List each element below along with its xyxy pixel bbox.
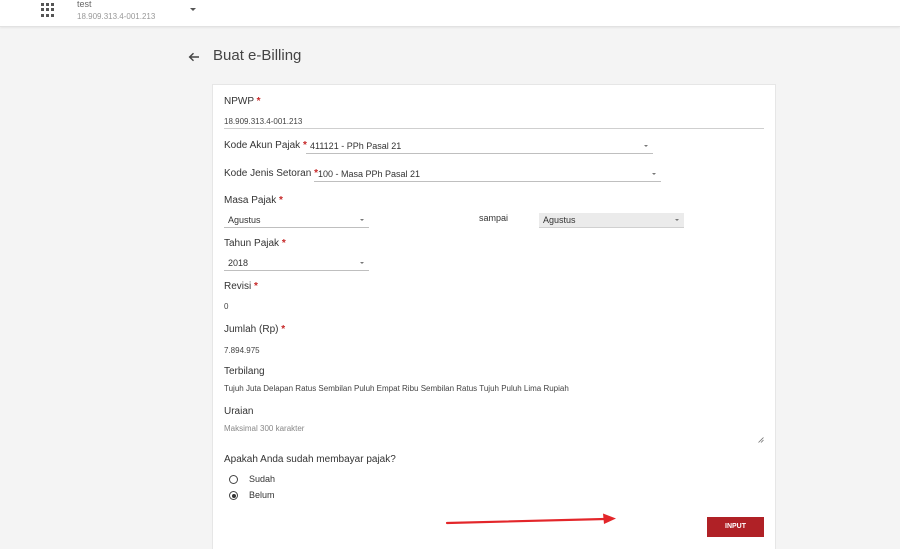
kode-akun-select[interactable]: 411121 - PPh Pasal 21 — [306, 139, 653, 154]
terbilang-value: Tujuh Juta Delapan Ratus Sembilan Puluh … — [224, 384, 569, 393]
masa-pajak-to-select: Agustus — [539, 213, 684, 228]
radio-belum[interactable] — [229, 491, 238, 500]
annotation-arrow-icon — [445, 513, 616, 525]
tahun-pajak-select[interactable]: 2018 — [224, 256, 369, 271]
dropdown-caret-icon — [675, 219, 679, 221]
arrow-left-icon[interactable] — [187, 50, 201, 64]
jumlah-label: Jumlah (Rp) * — [224, 324, 286, 335]
account-npwp: 18.909.313.4-001.213 — [77, 12, 156, 21]
dropdown-caret-icon — [360, 219, 364, 221]
kode-jenis-select[interactable]: 100 - Masa PPh Pasal 21 — [314, 167, 661, 182]
dropdown-caret-icon — [652, 173, 656, 175]
npwp-underline — [224, 128, 764, 129]
dropdown-caret-icon — [360, 262, 364, 264]
kode-akun-label: Kode Akun Pajak * — [224, 140, 307, 151]
page-title: Buat e-Billing — [213, 47, 302, 64]
input-submit-button[interactable]: INPUT — [707, 517, 764, 537]
top-bar: test 18.909.313.4-001.213 — [0, 0, 900, 27]
kode-jenis-label: Kode Jenis Setoran * — [224, 168, 318, 179]
radio-belum-label: Belum — [249, 490, 275, 500]
resize-handle-icon[interactable] — [758, 437, 764, 443]
dropdown-caret-icon — [644, 145, 648, 147]
apps-grid-icon[interactable] — [41, 3, 55, 17]
sampai-label: sampai — [479, 213, 509, 223]
revisi-value: 0 — [224, 302, 229, 311]
terbilang-label: Terbilang — [224, 366, 265, 377]
payment-question: Apakah Anda sudah membayar pajak? — [224, 454, 396, 465]
tahun-pajak-label: Tahun Pajak * — [224, 238, 286, 249]
jumlah-value: 7.894.975 — [224, 346, 260, 355]
npwp-label: NPWP * — [224, 96, 261, 107]
radio-sudah[interactable] — [229, 475, 238, 484]
uraian-textarea[interactable]: Maksimal 300 karakter — [224, 424, 304, 433]
npwp-value: 18.909.313.4-001.213 — [224, 117, 303, 126]
radio-sudah-label: Sudah — [249, 474, 276, 484]
revisi-label: Revisi * — [224, 281, 258, 292]
chevron-down-icon[interactable] — [190, 8, 196, 11]
masa-pajak-from-select[interactable]: Agustus — [224, 213, 369, 228]
masa-pajak-label: Masa Pajak * — [224, 195, 283, 206]
account-name[interactable]: test — [77, 0, 92, 9]
uraian-label: Uraian — [224, 406, 254, 417]
